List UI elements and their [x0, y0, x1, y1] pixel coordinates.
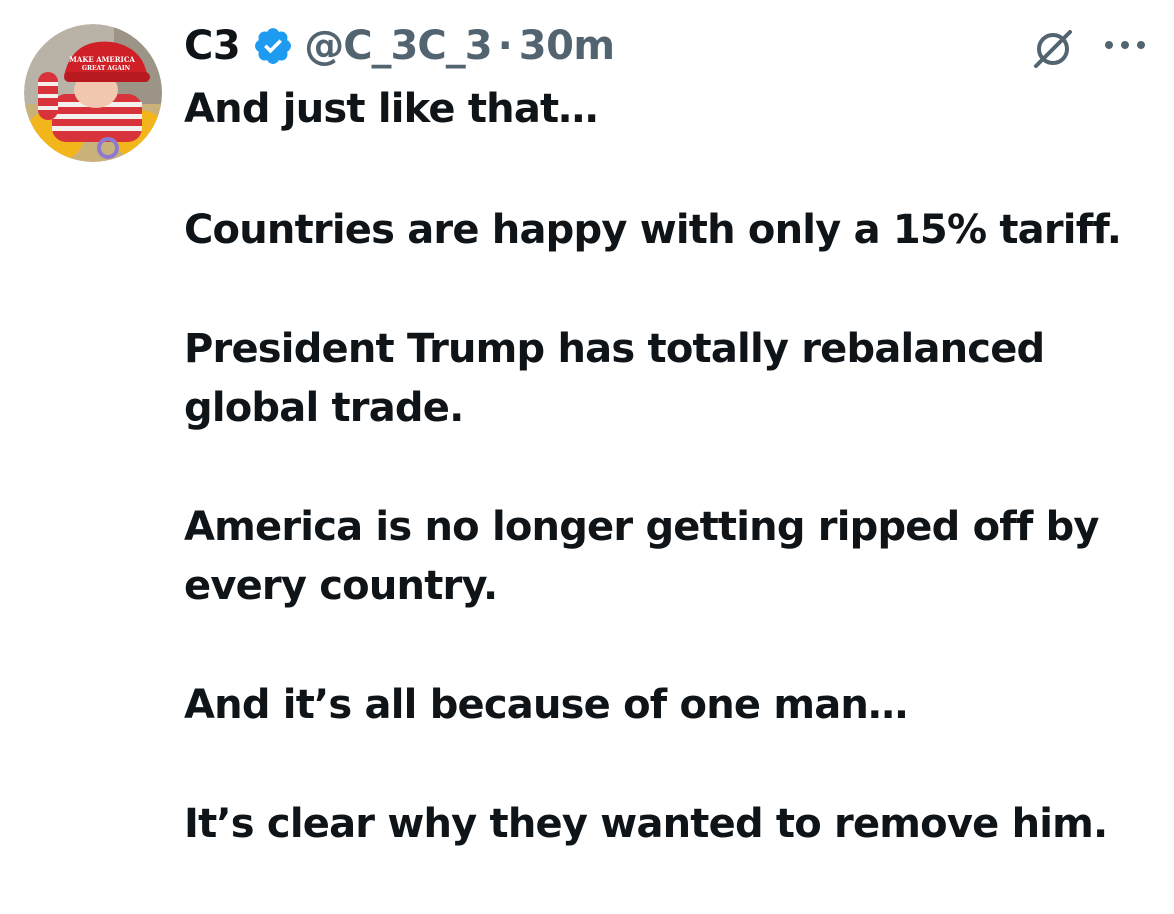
header-separator: · — [497, 23, 513, 69]
tweet-card[interactable]: MAKE AMERICA GREAT AGAIN C3 @C_3C_3 · 30… — [0, 0, 1174, 875]
tweet-paragraph: And just like that… — [184, 86, 598, 132]
tweet-body: And just like that… Countries are happy … — [184, 80, 1154, 914]
tweet-paragraph: Countries are happy with only a 15% tari… — [184, 207, 1122, 253]
grok-icon[interactable] — [1030, 26, 1076, 72]
tweet-paragraph: It’s clear why they wanted to remove him… — [184, 801, 1108, 847]
tweet-paragraph: America is no longer getting ripped off … — [184, 504, 1100, 609]
more-options-icon[interactable] — [1100, 32, 1150, 58]
tweet-paragraph: And it’s all because of one man… — [184, 682, 908, 728]
author-display-name[interactable]: C3 — [184, 23, 241, 69]
avatar-image: MAKE AMERICA GREAT AGAIN — [24, 24, 162, 162]
tweet-timestamp[interactable]: 30m — [519, 23, 615, 69]
profile-avatar[interactable]: MAKE AMERICA GREAT AGAIN — [24, 24, 162, 162]
svg-text:GREAT AGAIN: GREAT AGAIN — [82, 65, 131, 72]
svg-text:MAKE AMERICA: MAKE AMERICA — [69, 55, 135, 64]
author-handle[interactable]: @C_3C_3 — [304, 23, 492, 69]
verified-badge-icon[interactable] — [252, 25, 294, 67]
tweet-header: C3 @C_3C_3 · 30m — [184, 18, 615, 74]
tweet-paragraph: President Trump has totally rebalanced g… — [184, 326, 1045, 431]
